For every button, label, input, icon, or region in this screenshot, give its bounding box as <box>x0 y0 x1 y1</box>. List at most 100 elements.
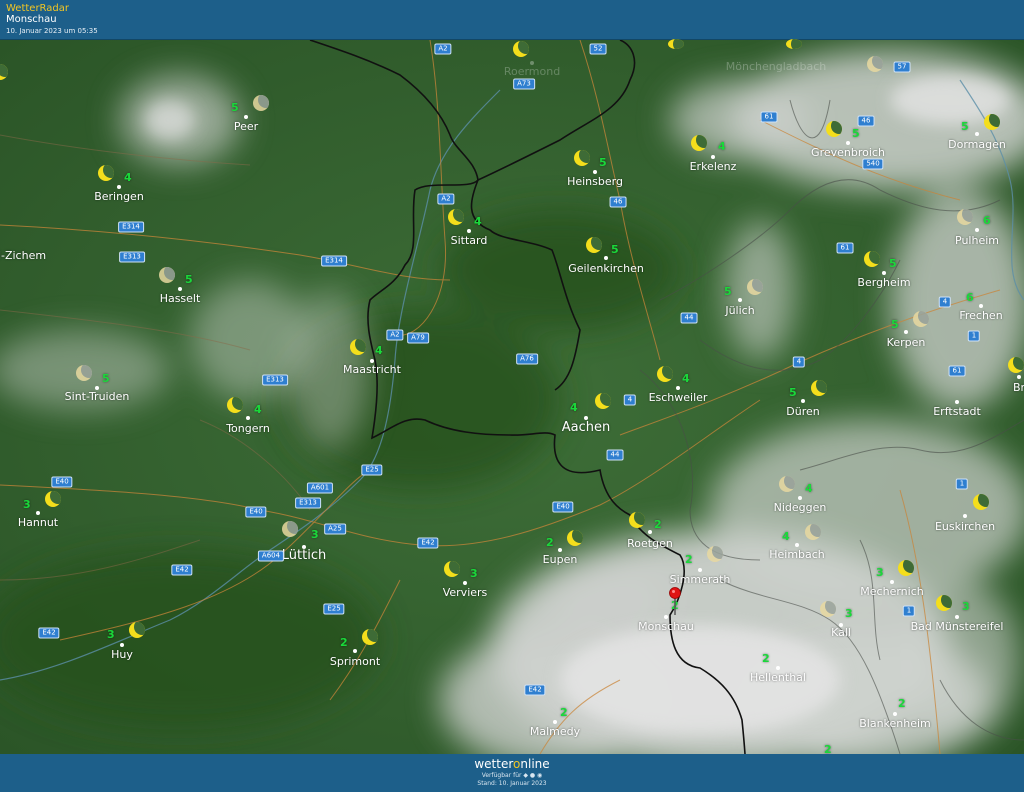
availability-text: Verfügbar für ◆ ● ◉ <box>481 772 543 779</box>
road-badge: 44 <box>680 312 698 324</box>
moon-icon <box>253 95 269 111</box>
road-badge: A2 <box>437 193 455 205</box>
temperature-value: 2 <box>546 536 554 549</box>
city-dot <box>698 568 702 572</box>
city-label: Malmedy <box>529 725 581 738</box>
city-dot <box>882 271 886 275</box>
city-label: Simmerath <box>669 573 731 586</box>
moon-icon <box>691 135 707 151</box>
road-badge: 1 <box>967 330 981 342</box>
city-label: Sittard <box>450 234 488 247</box>
moon-icon <box>513 41 529 57</box>
road-badge: E42 <box>38 627 60 639</box>
moon-icon <box>282 521 298 537</box>
moon-icon <box>159 267 175 283</box>
city-label: Mönchengladbach <box>725 60 827 73</box>
city-label: Heimbach <box>769 548 825 561</box>
temperature-value: 5 <box>724 285 732 298</box>
city-label: Jülich <box>725 304 755 317</box>
city-dot <box>955 615 959 619</box>
city-label: Erftstadt <box>933 405 981 418</box>
city-label: Monschau <box>638 620 694 633</box>
city-dot <box>893 712 897 716</box>
city-dot <box>890 580 894 584</box>
moon-icon <box>786 39 802 49</box>
city-label: Pulheim <box>955 234 999 247</box>
moon-icon <box>444 561 460 577</box>
temperature-value: 4 <box>375 344 383 357</box>
road-badge: 4 <box>938 296 952 308</box>
road-badge: A73 <box>513 78 535 90</box>
moon-icon <box>595 393 611 409</box>
city-dot <box>117 185 121 189</box>
temperature-value: 5 <box>852 127 860 140</box>
city-label: Huy <box>111 648 133 661</box>
city-dot <box>801 399 805 403</box>
road-badge: A601 <box>306 482 334 494</box>
road-badge: E314 <box>118 221 144 233</box>
city-label: Geilenkirchen <box>568 262 644 275</box>
status-date: Stand: 10. Januar 2023 <box>477 780 547 787</box>
temperature-value: 3 <box>876 566 884 579</box>
city-dot <box>36 511 40 515</box>
city-label: Verviers <box>442 586 488 599</box>
city-label: Bergheim <box>857 276 911 289</box>
moon-icon <box>936 595 952 611</box>
moon-icon <box>98 165 114 181</box>
city-label: Sint-Truiden <box>64 390 130 403</box>
moon-icon <box>867 56 883 72</box>
city-dot <box>955 400 959 404</box>
moon-icon <box>864 251 880 267</box>
location-pin-icon[interactable] <box>668 587 682 617</box>
moon-icon <box>629 512 645 528</box>
temperature-value: 6 <box>983 214 991 227</box>
moon-icon <box>45 491 61 507</box>
wetteronline-logo[interactable]: wetteronline <box>0 757 1024 771</box>
city-dot <box>979 304 983 308</box>
moon-icon <box>76 365 92 381</box>
moon-icon <box>805 524 821 540</box>
temperature-value: 2 <box>654 518 662 531</box>
city-dot <box>120 643 124 647</box>
moon-icon <box>1008 357 1024 373</box>
moon-icon <box>574 150 590 166</box>
city-label: Br <box>1012 381 1024 394</box>
road-badge: E25 <box>361 464 383 476</box>
city-label: Eschweiler <box>648 391 708 404</box>
city-dot <box>975 228 979 232</box>
city-label: Kall <box>831 626 851 639</box>
road-badge: 61 <box>760 111 778 123</box>
moon-icon <box>898 560 914 576</box>
city-label: Hellenthal <box>750 671 806 684</box>
road-badge: 61 <box>948 365 966 377</box>
city-dot <box>353 649 357 653</box>
city-label: Peer <box>233 120 259 133</box>
logo-part: nline <box>520 757 550 771</box>
temperature-value: 4 <box>254 403 262 416</box>
city-label: Roetgen <box>627 537 673 550</box>
city-dot <box>244 115 248 119</box>
city-dot <box>846 141 850 145</box>
city-dot <box>648 530 652 534</box>
city-label: Aachen <box>561 420 611 435</box>
city-label: Heinsberg <box>567 175 623 188</box>
temperature-value: 4 <box>474 215 482 228</box>
moon-icon <box>984 114 1000 130</box>
temperature-value: 3 <box>23 498 31 511</box>
city-label: Bad Münstereifel <box>910 620 1004 633</box>
temperature-value: 4 <box>782 530 790 543</box>
road-badge: 4 <box>792 356 806 368</box>
temperature-value: 2 <box>898 697 906 710</box>
temperature-value: 5 <box>611 243 619 256</box>
city-label: Beringen <box>94 190 144 203</box>
temperature-value: 5 <box>231 101 239 114</box>
temperature-value: 4 <box>570 401 578 414</box>
city-label: Erkelenz <box>689 160 737 173</box>
top-bar: WetterRadar Monschau 10. Januar 2023 um … <box>0 0 1024 40</box>
moon-icon <box>973 494 989 510</box>
moon-icon <box>957 209 973 225</box>
road-badge: A76 <box>516 353 538 365</box>
city-dot <box>975 132 979 136</box>
road-badge: E25 <box>323 603 345 615</box>
moon-icon <box>707 546 723 562</box>
